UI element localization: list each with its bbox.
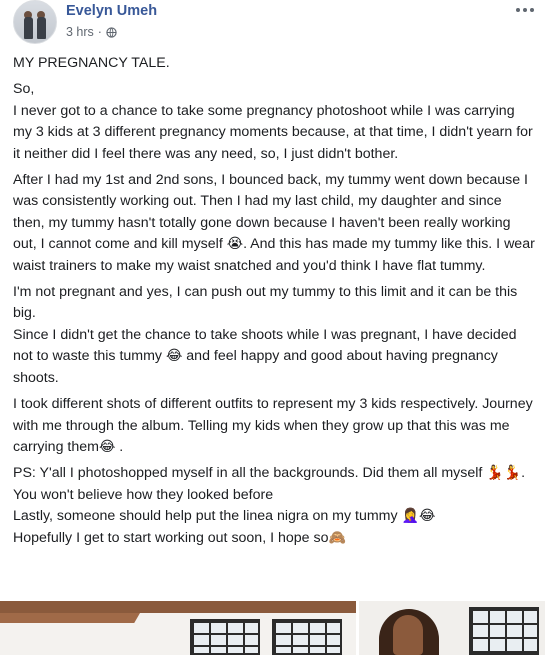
author-name[interactable]: Evelyn Umeh xyxy=(66,3,157,19)
meta-separator: · xyxy=(97,25,102,39)
paragraph-not-pregnant: I'm not pregnant and yes, I can push out… xyxy=(13,282,535,389)
post-header: Evelyn Umeh 3 hrs · xyxy=(0,0,545,46)
author-avatar[interactable] xyxy=(13,0,57,44)
post-timestamp[interactable]: 3 hrs xyxy=(66,25,94,39)
facepalm-laugh-emoji-icon: 🤦‍♀️😂 xyxy=(401,508,436,525)
outfits-text-end: . xyxy=(119,438,124,455)
album-photo-1[interactable] xyxy=(0,601,356,655)
globe-icon[interactable] xyxy=(106,26,117,38)
post-meta: 3 hrs · xyxy=(66,25,117,39)
paragraph-after-kids: After I had my 1st and 2nd sons, I bounc… xyxy=(13,170,535,277)
laughing-emoji-icon-2: 😂 xyxy=(98,438,116,455)
paragraph-intro: So, I never got to a chance to take some… xyxy=(13,79,535,165)
album-photo-2[interactable] xyxy=(359,601,545,655)
crying-emoji-icon: 😭 xyxy=(226,236,244,253)
see-no-evil-emoji-icon: 🙈 xyxy=(328,529,346,546)
post-title: MY PREGNANCY TALE. xyxy=(13,55,170,71)
intro-line-1: So, xyxy=(13,81,35,98)
laughing-emoji-icon: 😂 xyxy=(165,348,183,365)
intro-line-2: I never got to a chance to take some pre… xyxy=(13,102,533,162)
outfits-text: I took different shots of different outf… xyxy=(13,396,533,455)
paragraph-ps: PS: Y'all I photoshopped myself in all t… xyxy=(13,463,535,549)
more-options-icon[interactable] xyxy=(513,4,537,16)
ps-line-3: Hopefully I get to start working out soo… xyxy=(13,529,329,546)
ps-line-2: Lastly, someone should help put the line… xyxy=(13,508,398,525)
not-pregnant-line-1: I'm not pregnant and yes, I can push out… xyxy=(13,284,518,322)
paragraph-outfits: I took different shots of different outf… xyxy=(13,394,535,458)
dancing-emoji-icon: 💃💃 xyxy=(486,465,522,482)
post-body: MY PREGNANCY TALE. So, I never got to a … xyxy=(13,53,535,554)
ps-line-1: PS: Y'all I photoshopped myself in all t… xyxy=(13,465,483,482)
photo-album-strip xyxy=(0,601,545,655)
